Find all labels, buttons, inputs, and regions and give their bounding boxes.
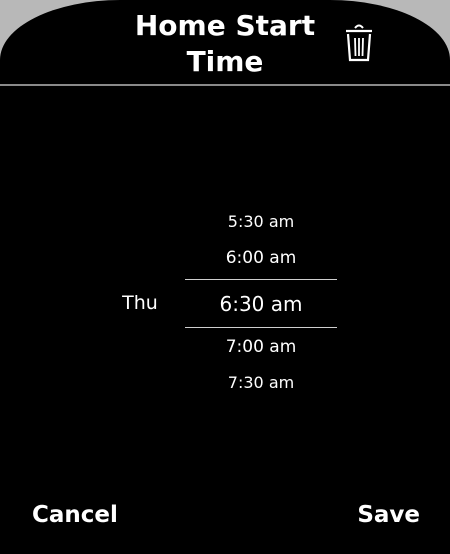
trash-icon [346,24,372,62]
delete-button[interactable] [342,22,376,66]
time-option[interactable]: 7:30 am [185,373,337,392]
time-option-selected[interactable]: 6:30 am [185,292,337,316]
selection-top-line [185,279,337,280]
selection-bottom-line [185,327,337,328]
screen: Home Start Time 5:30 am 6:00 am Thu 6:30… [0,0,450,554]
time-option[interactable]: 5:30 am [185,212,337,231]
page-title: Home Start Time [134,9,316,78]
day-label[interactable]: Thu [105,292,175,314]
time-picker[interactable]: 5:30 am 6:00 am Thu 6:30 am 7:00 am 7:30… [0,0,450,554]
time-option[interactable]: 7:00 am [185,337,337,357]
time-option[interactable]: 6:00 am [185,248,337,268]
